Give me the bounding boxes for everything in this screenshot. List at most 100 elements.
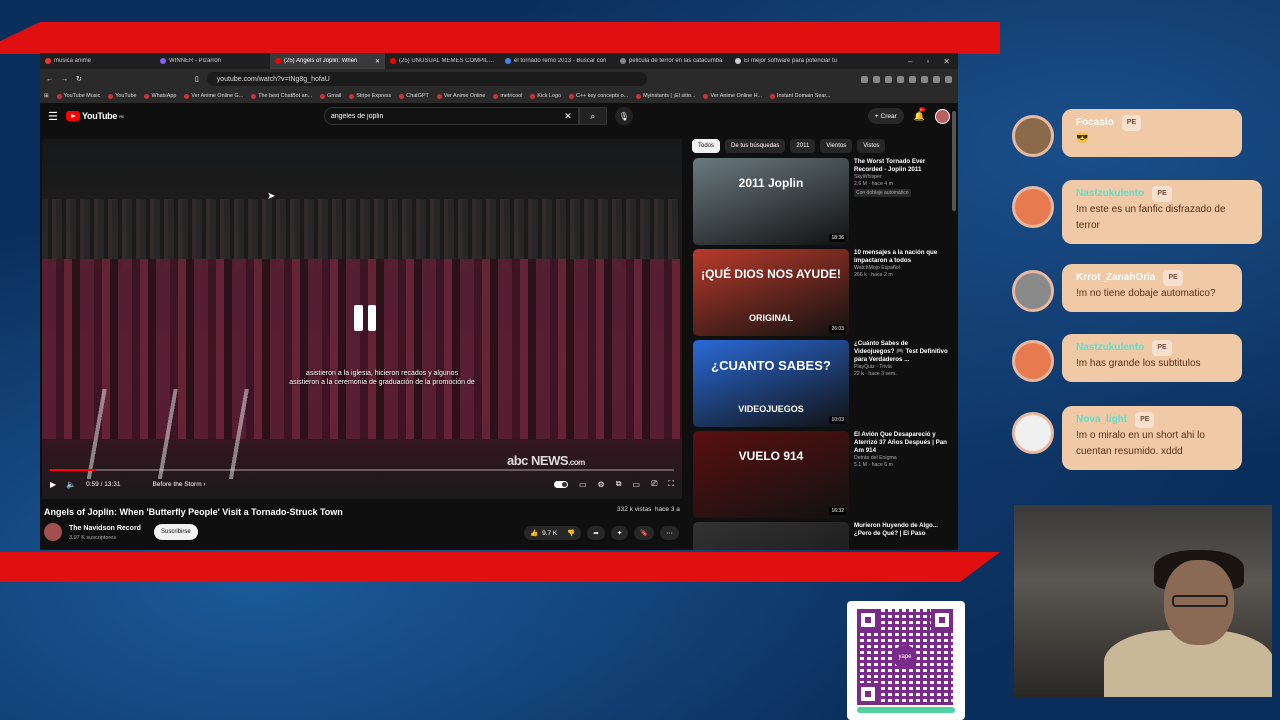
close-tab-icon[interactable]: ✕ (375, 58, 380, 65)
filter-chip[interactable]: 2011 (790, 139, 816, 153)
dubbing-tag: Con doblaje automático (854, 189, 911, 197)
theater-mode-icon[interactable]: ▭ (632, 480, 640, 489)
channel-name[interactable]: The Navidson Record (69, 525, 141, 532)
channel-avatar[interactable] (44, 523, 62, 541)
extension-icon[interactable] (873, 75, 880, 83)
bookmark-item[interactable]: Ver Anime Online G... (184, 93, 243, 99)
apps-icon[interactable]: ⊞ (44, 93, 49, 99)
recommended-video[interactable]: ¡QUÉ DIOS NOS AYUDE! ORIGINAL 26:03 10 mens… (693, 249, 948, 336)
forward-icon[interactable]: → (61, 76, 68, 83)
chat-message: Focasio PE 😎 (1012, 109, 1242, 157)
search-button[interactable]: ⌕ (578, 107, 607, 125)
tab-favicon-icon (735, 58, 741, 64)
extension-icon[interactable] (861, 75, 868, 83)
filter-chip[interactable]: Vistos (857, 139, 886, 153)
recommended-video[interactable]: ¿CUANTO SABES? VIDEOJUEGOS 10:03 ¿Cuánto Sa… (693, 340, 948, 427)
settings-gear-icon[interactable]: ⚙ (598, 480, 605, 489)
maximize-icon[interactable]: ▫ (926, 57, 929, 66)
minimize-icon[interactable]: – (908, 57, 912, 66)
cast-icon[interactable]: ⎚ (651, 479, 657, 489)
extension-icon[interactable] (909, 75, 916, 83)
recommended-video[interactable]: VUELO 914 16:32 El Avión Que Desapareció y… (693, 431, 948, 518)
video-thumbnail[interactable]: VUELO 914 16:32 (693, 431, 849, 518)
notifications-button[interactable]: 🔔 9+ (914, 106, 926, 122)
bookmark-item[interactable]: WhatsApp (144, 93, 176, 99)
fullscreen-icon[interactable]: ⛶ (668, 479, 674, 489)
bookmark-item[interactable]: Ver Anime Online (436, 93, 485, 99)
dislike-icon[interactable]: 👎 (567, 529, 575, 537)
video-duration: 18:36 (829, 234, 846, 242)
back-icon[interactable]: ← (46, 76, 53, 83)
filter-chip[interactable]: De tus búsquedas (725, 139, 786, 153)
bookmark-item[interactable]: Myinstants | ¡El sitio... (636, 93, 695, 99)
browser-tab[interactable]: pelicula de terror en las catacumba (615, 53, 730, 69)
browser-tab[interactable]: WINNER - Pizarrón (155, 53, 270, 69)
chat-message: Krrot_ZanahOria PE !m no tiene dobaje auto… (1012, 264, 1242, 312)
subscribe-button[interactable]: Suscribirse (154, 524, 198, 540)
bookmark-item[interactable]: Ver Anime Online H... (703, 93, 762, 99)
more-button[interactable]: ⋯ (660, 526, 679, 540)
account-avatar[interactable] (935, 108, 950, 124)
extension-icon[interactable] (897, 75, 904, 83)
video-thumbnail[interactable]: ¡QUÉ DIOS NOS AYUDE! ORIGINAL 26:03 (693, 249, 849, 336)
progress-bar[interactable] (50, 469, 674, 471)
volume-icon[interactable]: 🔈 (66, 480, 76, 489)
bookmark-favicon-icon (636, 93, 642, 99)
reload-icon[interactable]: ↻ (76, 75, 82, 83)
bookmark-favicon-icon (493, 93, 499, 99)
recommended-video[interactable]: 2011 Joplin 18:36 The Worst Tornado Ever R… (693, 158, 948, 245)
like-icon[interactable]: 👍 (530, 529, 538, 537)
miniplayer-icon[interactable]: ⧉ (616, 479, 622, 489)
filter-chip[interactable]: Vientos (820, 139, 853, 153)
browser-tab[interactable]: El mejor software para potenciar tu (730, 53, 845, 69)
recommended-video[interactable]: Murieron Huyendo de Algo... ¿Pero de Qué… (693, 522, 948, 550)
close-icon[interactable]: ✕ (943, 57, 950, 66)
chapter-button[interactable]: Before the Storm › (152, 481, 205, 488)
filter-chip[interactable]: Todos (692, 139, 721, 153)
browser-tab[interactable]: (25) Angels of Joplin: When ✕ (270, 53, 385, 69)
autoplay-toggle[interactable] (553, 480, 568, 488)
share-button[interactable]: ➦ (587, 526, 605, 540)
extension-icon[interactable] (885, 75, 892, 83)
subtitles-icon[interactable]: ▭ (579, 480, 587, 489)
ask-button[interactable]: ✦ (610, 526, 629, 540)
browser-tab[interactable]: musica anime (40, 53, 155, 69)
bookmark-item[interactable]: Kick Logo (530, 93, 561, 99)
bookmark-item[interactable]: Gmail (320, 93, 341, 99)
browser-tab[interactable]: (25) UNUSUAL MEMES COMPILATI (385, 53, 500, 69)
bookmark-page-icon[interactable]: ▯ (195, 75, 199, 83)
tab-favicon-icon (275, 58, 281, 64)
country-badge: PE (1135, 412, 1155, 428)
video-thumbnail[interactable]: 2011 Joplin 18:36 (693, 158, 849, 245)
play-icon[interactable]: ▶ (50, 480, 56, 489)
bookmark-item[interactable]: Instant Domain Sear... (770, 93, 830, 99)
page-scrollbar[interactable] (952, 111, 956, 211)
browser-tab[interactable]: el tornado remo 2013 - Buscar con (500, 53, 615, 69)
bookmark-item[interactable]: metricool (493, 93, 522, 99)
search-input[interactable] (330, 112, 565, 120)
voice-search-button[interactable]: 🎙 (614, 107, 633, 125)
bookmark-item[interactable]: The best ChatBot an... (251, 93, 312, 99)
chat-message: Nastzukulento PE !m has grande los subtitu… (1012, 334, 1242, 382)
bookmark-item[interactable]: C++ key concepts o... (568, 93, 628, 99)
bookmark-item[interactable]: YouTube (108, 93, 136, 99)
save-button[interactable]: 🔖 (634, 526, 655, 540)
clear-search-icon[interactable]: ✕ (564, 111, 572, 122)
video-player[interactable]: ➤ asistieron a la iglesia, hicieron reca… (42, 139, 682, 499)
pause-icon[interactable] (354, 305, 376, 331)
chat-avatar (1012, 340, 1054, 382)
youtube-logo[interactable]: YouTube PE (66, 111, 124, 121)
bookmark-item[interactable]: ChatGPT (399, 93, 429, 99)
extension-icon[interactable] (933, 75, 940, 83)
bookmark-item[interactable]: YouTube Music (56, 93, 100, 99)
url-field[interactable]: youtube.com/watch?v=tNg8g_hofaU (206, 72, 647, 86)
chat-text: !m has grande los subtitulos (1076, 358, 1201, 369)
extension-icon[interactable] (921, 75, 928, 83)
hamburger-menu-icon[interactable]: ☰ (48, 110, 66, 123)
video-thumbnail[interactable]: ¿CUANTO SABES? VIDEOJUEGOS 10:03 (693, 340, 849, 427)
menu-icon[interactable] (945, 75, 952, 83)
bookmark-item[interactable]: Stripe Express (349, 93, 391, 99)
create-button[interactable]: + Crear (867, 108, 904, 124)
video-thumbnail[interactable] (693, 522, 849, 550)
bookmark-label: Gmail (327, 93, 342, 99)
